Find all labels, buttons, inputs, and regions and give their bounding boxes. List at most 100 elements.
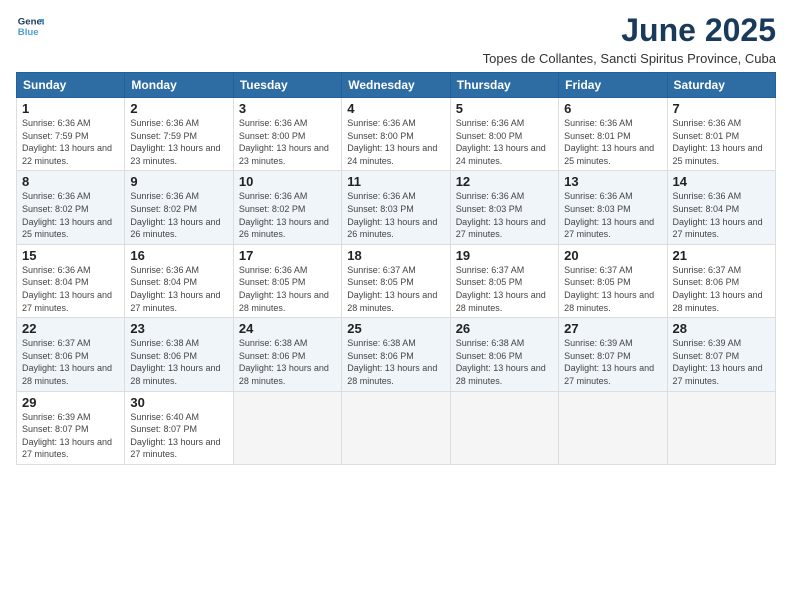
table-row [233,391,341,464]
table-row: 15Sunrise: 6:36 AMSunset: 8:04 PMDayligh… [17,244,125,317]
day-number: 23 [130,321,227,336]
day-info: Sunrise: 6:36 AMSunset: 8:04 PMDaylight:… [22,264,119,314]
day-number: 4 [347,101,444,116]
calendar-header-row: Sunday Monday Tuesday Wednesday Thursday… [17,73,776,98]
table-row: 19Sunrise: 6:37 AMSunset: 8:05 PMDayligh… [450,244,558,317]
col-wednesday: Wednesday [342,73,450,98]
table-row: 20Sunrise: 6:37 AMSunset: 8:05 PMDayligh… [559,244,667,317]
day-number: 29 [22,395,119,410]
table-row: 5Sunrise: 6:36 AMSunset: 8:00 PMDaylight… [450,98,558,171]
day-number: 1 [22,101,119,116]
calendar-week-1: 1Sunrise: 6:36 AMSunset: 7:59 PMDaylight… [17,98,776,171]
day-number: 22 [22,321,119,336]
table-row: 28Sunrise: 6:39 AMSunset: 8:07 PMDayligh… [667,318,775,391]
day-info: Sunrise: 6:36 AMSunset: 8:02 PMDaylight:… [130,190,227,240]
day-number: 24 [239,321,336,336]
day-number: 20 [564,248,661,263]
day-info: Sunrise: 6:36 AMSunset: 8:04 PMDaylight:… [130,264,227,314]
day-info: Sunrise: 6:36 AMSunset: 8:02 PMDaylight:… [22,190,119,240]
table-row [667,391,775,464]
table-row: 27Sunrise: 6:39 AMSunset: 8:07 PMDayligh… [559,318,667,391]
day-info: Sunrise: 6:36 AMSunset: 8:01 PMDaylight:… [673,117,770,167]
day-info: Sunrise: 6:39 AMSunset: 8:07 PMDaylight:… [564,337,661,387]
table-row: 2Sunrise: 6:36 AMSunset: 7:59 PMDaylight… [125,98,233,171]
calendar-week-5: 29Sunrise: 6:39 AMSunset: 8:07 PMDayligh… [17,391,776,464]
table-row [450,391,558,464]
day-info: Sunrise: 6:39 AMSunset: 8:07 PMDaylight:… [673,337,770,387]
table-row: 6Sunrise: 6:36 AMSunset: 8:01 PMDaylight… [559,98,667,171]
table-row: 12Sunrise: 6:36 AMSunset: 8:03 PMDayligh… [450,171,558,244]
day-info: Sunrise: 6:38 AMSunset: 8:06 PMDaylight:… [347,337,444,387]
col-tuesday: Tuesday [233,73,341,98]
day-info: Sunrise: 6:40 AMSunset: 8:07 PMDaylight:… [130,411,227,461]
table-row: 16Sunrise: 6:36 AMSunset: 8:04 PMDayligh… [125,244,233,317]
day-number: 30 [130,395,227,410]
day-info: Sunrise: 6:36 AMSunset: 8:03 PMDaylight:… [564,190,661,240]
day-number: 5 [456,101,553,116]
calendar-week-4: 22Sunrise: 6:37 AMSunset: 8:06 PMDayligh… [17,318,776,391]
table-row: 17Sunrise: 6:36 AMSunset: 8:05 PMDayligh… [233,244,341,317]
day-number: 26 [456,321,553,336]
day-info: Sunrise: 6:36 AMSunset: 8:00 PMDaylight:… [239,117,336,167]
day-info: Sunrise: 6:38 AMSunset: 8:06 PMDaylight:… [130,337,227,387]
day-info: Sunrise: 6:36 AMSunset: 8:00 PMDaylight:… [456,117,553,167]
table-row: 25Sunrise: 6:38 AMSunset: 8:06 PMDayligh… [342,318,450,391]
day-info: Sunrise: 6:37 AMSunset: 8:05 PMDaylight:… [456,264,553,314]
day-number: 2 [130,101,227,116]
table-row: 30Sunrise: 6:40 AMSunset: 8:07 PMDayligh… [125,391,233,464]
table-row: 14Sunrise: 6:36 AMSunset: 8:04 PMDayligh… [667,171,775,244]
day-number: 8 [22,174,119,189]
day-number: 18 [347,248,444,263]
day-number: 16 [130,248,227,263]
day-info: Sunrise: 6:36 AMSunset: 8:03 PMDaylight:… [456,190,553,240]
day-number: 6 [564,101,661,116]
table-row: 13Sunrise: 6:36 AMSunset: 8:03 PMDayligh… [559,171,667,244]
day-number: 27 [564,321,661,336]
day-number: 15 [22,248,119,263]
day-number: 13 [564,174,661,189]
svg-text:General: General [18,16,44,27]
day-number: 28 [673,321,770,336]
table-row: 11Sunrise: 6:36 AMSunset: 8:03 PMDayligh… [342,171,450,244]
col-sunday: Sunday [17,73,125,98]
table-row: 10Sunrise: 6:36 AMSunset: 8:02 PMDayligh… [233,171,341,244]
table-row: 4Sunrise: 6:36 AMSunset: 8:00 PMDaylight… [342,98,450,171]
table-row: 3Sunrise: 6:36 AMSunset: 8:00 PMDaylight… [233,98,341,171]
table-row: 26Sunrise: 6:38 AMSunset: 8:06 PMDayligh… [450,318,558,391]
day-info: Sunrise: 6:37 AMSunset: 8:05 PMDaylight:… [347,264,444,314]
month-title: June 2025 [483,12,776,49]
table-row: 8Sunrise: 6:36 AMSunset: 8:02 PMDaylight… [17,171,125,244]
table-row: 7Sunrise: 6:36 AMSunset: 8:01 PMDaylight… [667,98,775,171]
table-row [559,391,667,464]
table-row: 23Sunrise: 6:38 AMSunset: 8:06 PMDayligh… [125,318,233,391]
table-row: 18Sunrise: 6:37 AMSunset: 8:05 PMDayligh… [342,244,450,317]
day-info: Sunrise: 6:36 AMSunset: 8:02 PMDaylight:… [239,190,336,240]
day-number: 7 [673,101,770,116]
day-number: 17 [239,248,336,263]
day-number: 12 [456,174,553,189]
calendar-week-3: 15Sunrise: 6:36 AMSunset: 8:04 PMDayligh… [17,244,776,317]
day-number: 25 [347,321,444,336]
page: General Blue June 2025 Topes de Collante… [0,0,792,612]
day-info: Sunrise: 6:39 AMSunset: 8:07 PMDaylight:… [22,411,119,461]
day-number: 21 [673,248,770,263]
table-row: 22Sunrise: 6:37 AMSunset: 8:06 PMDayligh… [17,318,125,391]
day-info: Sunrise: 6:36 AMSunset: 8:03 PMDaylight:… [347,190,444,240]
day-info: Sunrise: 6:37 AMSunset: 8:06 PMDaylight:… [22,337,119,387]
logo: General Blue [16,12,44,40]
table-row: 1Sunrise: 6:36 AMSunset: 7:59 PMDaylight… [17,98,125,171]
header: General Blue June 2025 Topes de Collante… [16,12,776,66]
table-row [342,391,450,464]
col-friday: Friday [559,73,667,98]
col-saturday: Saturday [667,73,775,98]
table-row: 29Sunrise: 6:39 AMSunset: 8:07 PMDayligh… [17,391,125,464]
table-row: 9Sunrise: 6:36 AMSunset: 8:02 PMDaylight… [125,171,233,244]
col-thursday: Thursday [450,73,558,98]
location: Topes de Collantes, Sancti Spiritus Prov… [483,51,776,66]
day-number: 10 [239,174,336,189]
day-info: Sunrise: 6:37 AMSunset: 8:06 PMDaylight:… [673,264,770,314]
day-info: Sunrise: 6:36 AMSunset: 8:05 PMDaylight:… [239,264,336,314]
day-number: 19 [456,248,553,263]
day-number: 9 [130,174,227,189]
calendar: Sunday Monday Tuesday Wednesday Thursday… [16,72,776,465]
